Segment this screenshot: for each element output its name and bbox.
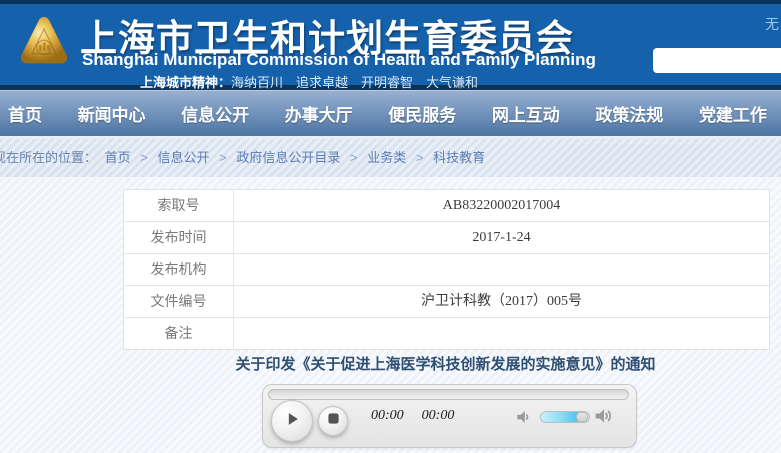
- shanghai-emblem-logo: [20, 11, 68, 71]
- site-header: 上海市卫生和计划生育委员会 Shanghai Municipal Commiss…: [0, 0, 781, 90]
- total-time: 00:00: [422, 408, 455, 424]
- breadcrumb-separator: >: [350, 150, 358, 165]
- breadcrumb: 现在所在的位置： 首页 > 信息公开 > 政府信息公开目录 > 业务类 > 科技…: [0, 139, 781, 179]
- table-row-label: 文件编号: [124, 286, 234, 318]
- audio-player: 00:00 00:00: [262, 384, 637, 448]
- nav-item-service-hall[interactable]: 办事大厅: [285, 101, 353, 126]
- site-title-english: Shanghai Municipal Commission of Health …: [82, 50, 596, 70]
- breadcrumb-sci-tech-education[interactable]: 科技教育: [433, 150, 485, 165]
- breadcrumb-info-disclosure[interactable]: 信息公开: [158, 150, 210, 165]
- table-row-label: 备注: [124, 318, 234, 349]
- table-row-value: 2017-1-24: [234, 222, 769, 254]
- breadcrumb-business-category[interactable]: 业务类: [367, 150, 406, 165]
- nav-item-info-disclosure[interactable]: 信息公开: [181, 101, 249, 126]
- table-row-value: AB83220002017004: [234, 190, 769, 222]
- breadcrumb-label: 现在所在的位置：: [0, 150, 97, 165]
- stop-icon: [327, 412, 340, 430]
- nav-item-policies[interactable]: 政策法规: [595, 101, 663, 126]
- seek-bar[interactable]: [268, 389, 629, 400]
- volume-slider[interactable]: [540, 411, 590, 423]
- elapsed-time: 00:00: [371, 408, 404, 424]
- breadcrumb-separator: >: [219, 150, 227, 165]
- breadcrumb-home[interactable]: 首页: [105, 150, 131, 165]
- breadcrumb-separator: >: [416, 150, 424, 165]
- document-title: 关于印发《关于促进上海医学科技创新发展的实施意见》的通知: [123, 353, 768, 374]
- nav-item-public-service[interactable]: 便民服务: [388, 101, 456, 126]
- nav-item-party-building[interactable]: 党建工作: [699, 101, 767, 126]
- table-row-label: 索取号: [124, 190, 234, 222]
- volume-up-icon[interactable]: [594, 406, 614, 431]
- nav-item-home[interactable]: 首页: [8, 101, 42, 126]
- volume-fill: [541, 412, 578, 422]
- nav-item-news[interactable]: 新闻中心: [78, 101, 146, 126]
- table-row-value: 沪卫计科教（2017）005号: [234, 286, 769, 318]
- document-info-table: 索取号 AB83220002017004 发布时间 2017-1-24 发布机构…: [123, 189, 770, 350]
- city-spirit-slogan: 上海城市精神：海纳百川 追求卓越 开明睿智 大气谦和: [140, 72, 478, 91]
- main-nav: 首页 新闻中心 信息公开 办事大厅 便民服务 网上互动 政策法规 党建工作: [0, 90, 781, 136]
- table-row-value: [234, 254, 769, 286]
- table-row-value: [234, 318, 769, 349]
- slogan-text: 海纳百川 追求卓越 开明睿智 大气谦和: [231, 75, 478, 90]
- time-display: 00:00 00:00: [371, 408, 454, 424]
- stop-button[interactable]: [318, 406, 348, 436]
- volume-down-icon[interactable]: [515, 408, 533, 431]
- breadcrumb-separator: >: [140, 150, 148, 165]
- nav-item-online-interaction[interactable]: 网上互动: [492, 101, 560, 126]
- play-button[interactable]: [271, 400, 313, 442]
- accessibility-link[interactable]: 无: [765, 14, 779, 34]
- slogan-label: 上海城市精神：: [140, 75, 231, 90]
- table-row-label: 发布时间: [124, 222, 234, 254]
- breadcrumb-gov-info-catalog[interactable]: 政府信息公开目录: [236, 150, 340, 165]
- content-area: 索取号 AB83220002017004 发布时间 2017-1-24 发布机构…: [0, 179, 781, 453]
- search-input[interactable]: [653, 48, 781, 73]
- play-icon: [283, 410, 301, 433]
- page: 上海市卫生和计划生育委员会 Shanghai Municipal Commiss…: [0, 0, 781, 453]
- table-row-label: 发布机构: [124, 254, 234, 286]
- volume-handle[interactable]: [576, 412, 588, 422]
